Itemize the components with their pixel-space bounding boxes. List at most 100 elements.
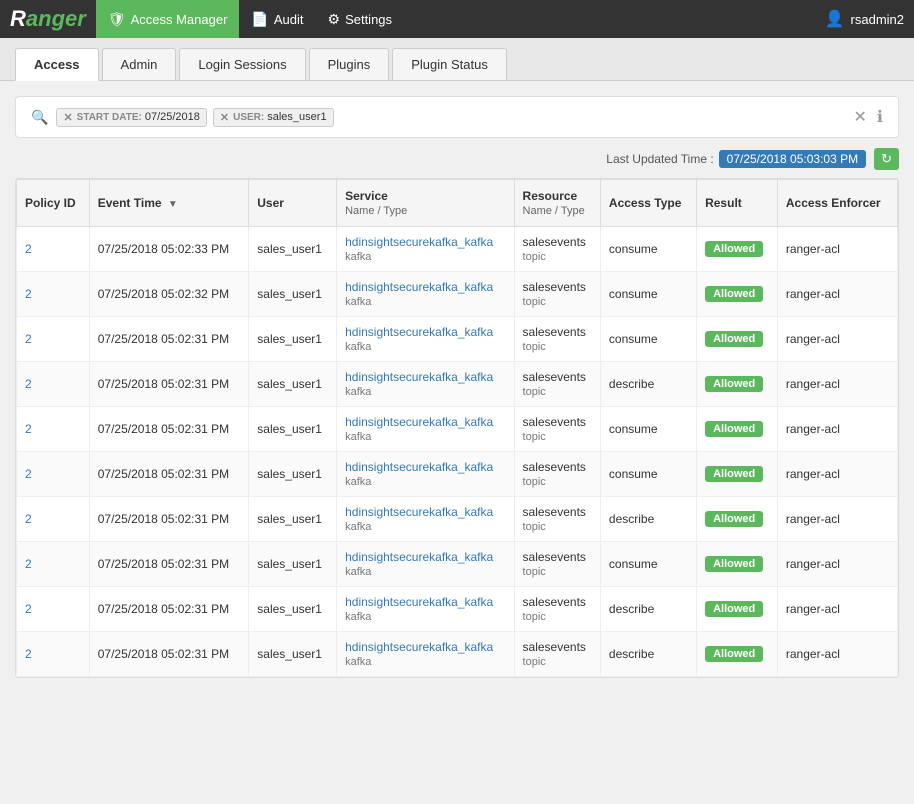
- th-event-time[interactable]: Event Time ▼: [89, 180, 249, 227]
- nav-settings[interactable]: ⚙ Settings: [316, 0, 405, 38]
- audit-icon: 📄: [251, 11, 268, 28]
- policy-id-link[interactable]: 2: [25, 377, 32, 391]
- cell-result: Allowed: [697, 272, 778, 317]
- nav-audit[interactable]: 📄 Audit: [239, 0, 315, 38]
- th-resource: Resource Name / Type: [514, 180, 600, 227]
- cell-event-time: 07/25/2018 05:02:33 PM: [89, 227, 249, 272]
- nav-access-manager[interactable]: 🛡 Access Manager: [96, 0, 240, 38]
- cell-resource: salesevents topic: [514, 317, 600, 362]
- search-clear-button[interactable]: ✕: [854, 107, 867, 127]
- service-type-label: kafka: [345, 386, 371, 398]
- policy-id-link[interactable]: 2: [25, 422, 32, 436]
- service-name-link[interactable]: hdinsightsecurekafka_kafka: [345, 415, 493, 429]
- resource-type-label: topic: [523, 611, 546, 623]
- info-icon[interactable]: ℹ: [877, 107, 883, 127]
- cell-user: sales_user1: [249, 587, 337, 632]
- table-header-row: Policy ID Event Time ▼ User Service Name…: [17, 180, 898, 227]
- filter-start-date[interactable]: ✕ START DATE: 07/25/2018: [56, 108, 206, 127]
- cell-access-type: consume: [600, 227, 696, 272]
- service-name-link[interactable]: hdinsightsecurekafka_kafka: [345, 460, 493, 474]
- cell-user: sales_user1: [249, 317, 337, 362]
- service-type-label: kafka: [345, 296, 371, 308]
- cell-policy-id: 2: [17, 272, 90, 317]
- filter-user[interactable]: ✕ USER: sales_user1: [213, 108, 334, 127]
- table-row: 2 07/25/2018 05:02:33 PM sales_user1 hdi…: [17, 227, 898, 272]
- cell-access-type: consume: [600, 542, 696, 587]
- policy-id-link[interactable]: 2: [25, 647, 32, 661]
- result-badge: Allowed: [705, 511, 763, 527]
- service-type-label: kafka: [345, 431, 371, 443]
- service-name-link[interactable]: hdinsightsecurekafka_kafka: [345, 235, 493, 249]
- result-badge: Allowed: [705, 376, 763, 392]
- tab-plugin-status[interactable]: Plugin Status: [392, 48, 507, 80]
- th-policy-id: Policy ID: [17, 180, 90, 227]
- cell-event-time: 07/25/2018 05:02:31 PM: [89, 632, 249, 677]
- cell-result: Allowed: [697, 227, 778, 272]
- service-type-label: kafka: [345, 566, 371, 578]
- tab-plugins[interactable]: Plugins: [309, 48, 390, 80]
- cell-event-time: 07/25/2018 05:02:31 PM: [89, 497, 249, 542]
- resource-type-label: topic: [523, 386, 546, 398]
- cell-service: hdinsightsecurekafka_kafka kafka: [337, 407, 514, 452]
- th-access-enforcer: Access Enforcer: [777, 180, 897, 227]
- resource-name: salesevents: [523, 325, 586, 339]
- service-name-link[interactable]: hdinsightsecurekafka_kafka: [345, 550, 493, 564]
- policy-id-link[interactable]: 2: [25, 332, 32, 346]
- cell-event-time: 07/25/2018 05:02:31 PM: [89, 407, 249, 452]
- cell-user: sales_user1: [249, 497, 337, 542]
- service-name-link[interactable]: hdinsightsecurekafka_kafka: [345, 280, 493, 294]
- filter-user-close[interactable]: ✕: [220, 111, 229, 124]
- service-name-link[interactable]: hdinsightsecurekafka_kafka: [345, 595, 493, 609]
- resource-name: salesevents: [523, 370, 586, 384]
- cell-user: sales_user1: [249, 227, 337, 272]
- filter-start-date-close[interactable]: ✕: [63, 111, 72, 124]
- policy-id-link[interactable]: 2: [25, 242, 32, 256]
- cell-policy-id: 2: [17, 452, 90, 497]
- cell-resource: salesevents topic: [514, 362, 600, 407]
- service-name-link[interactable]: hdinsightsecurekafka_kafka: [345, 370, 493, 384]
- service-name-link[interactable]: hdinsightsecurekafka_kafka: [345, 505, 493, 519]
- th-service: Service Name / Type: [337, 180, 514, 227]
- result-badge: Allowed: [705, 331, 763, 347]
- cell-service: hdinsightsecurekafka_kafka kafka: [337, 632, 514, 677]
- cell-policy-id: 2: [17, 497, 90, 542]
- cell-access-enforcer: ranger-acl: [777, 542, 897, 587]
- user-menu[interactable]: 👤 rsadmin2: [825, 9, 904, 29]
- policy-id-link[interactable]: 2: [25, 557, 32, 571]
- table-row: 2 07/25/2018 05:02:31 PM sales_user1 hdi…: [17, 452, 898, 497]
- result-badge: Allowed: [705, 556, 763, 572]
- last-updated-time: 07/25/2018 05:03:03 PM: [719, 150, 866, 168]
- cell-access-type: describe: [600, 497, 696, 542]
- result-badge: Allowed: [705, 601, 763, 617]
- cell-service: hdinsightsecurekafka_kafka kafka: [337, 587, 514, 632]
- shield-icon: 🛡: [108, 11, 126, 28]
- result-badge: Allowed: [705, 241, 763, 257]
- resource-name: salesevents: [523, 550, 586, 564]
- cell-access-type: consume: [600, 317, 696, 362]
- service-type-label: kafka: [345, 476, 371, 488]
- sort-arrow-event-time: ▼: [168, 199, 178, 210]
- table-row: 2 07/25/2018 05:02:31 PM sales_user1 hdi…: [17, 317, 898, 362]
- cell-access-enforcer: ranger-acl: [777, 452, 897, 497]
- search-icon: 🔍: [31, 109, 48, 126]
- top-navigation: Ranger 🛡 Access Manager 📄 Audit ⚙ Settin…: [0, 0, 914, 38]
- policy-id-link[interactable]: 2: [25, 467, 32, 481]
- resource-type-label: topic: [523, 521, 546, 533]
- resource-type-label: topic: [523, 566, 546, 578]
- tab-access[interactable]: Access: [15, 48, 99, 81]
- policy-id-link[interactable]: 2: [25, 512, 32, 526]
- cell-access-type: describe: [600, 632, 696, 677]
- policy-id-link[interactable]: 2: [25, 287, 32, 301]
- tab-admin[interactable]: Admin: [102, 48, 177, 80]
- refresh-button[interactable]: ↻: [874, 148, 899, 170]
- service-type-label: kafka: [345, 341, 371, 353]
- table-row: 2 07/25/2018 05:02:31 PM sales_user1 hdi…: [17, 587, 898, 632]
- cell-policy-id: 2: [17, 632, 90, 677]
- service-name-link[interactable]: hdinsightsecurekafka_kafka: [345, 640, 493, 654]
- service-name-link[interactable]: hdinsightsecurekafka_kafka: [345, 325, 493, 339]
- cell-event-time: 07/25/2018 05:02:31 PM: [89, 362, 249, 407]
- policy-id-link[interactable]: 2: [25, 602, 32, 616]
- cell-resource: salesevents topic: [514, 632, 600, 677]
- tab-login-sessions[interactable]: Login Sessions: [179, 48, 305, 80]
- cell-result: Allowed: [697, 497, 778, 542]
